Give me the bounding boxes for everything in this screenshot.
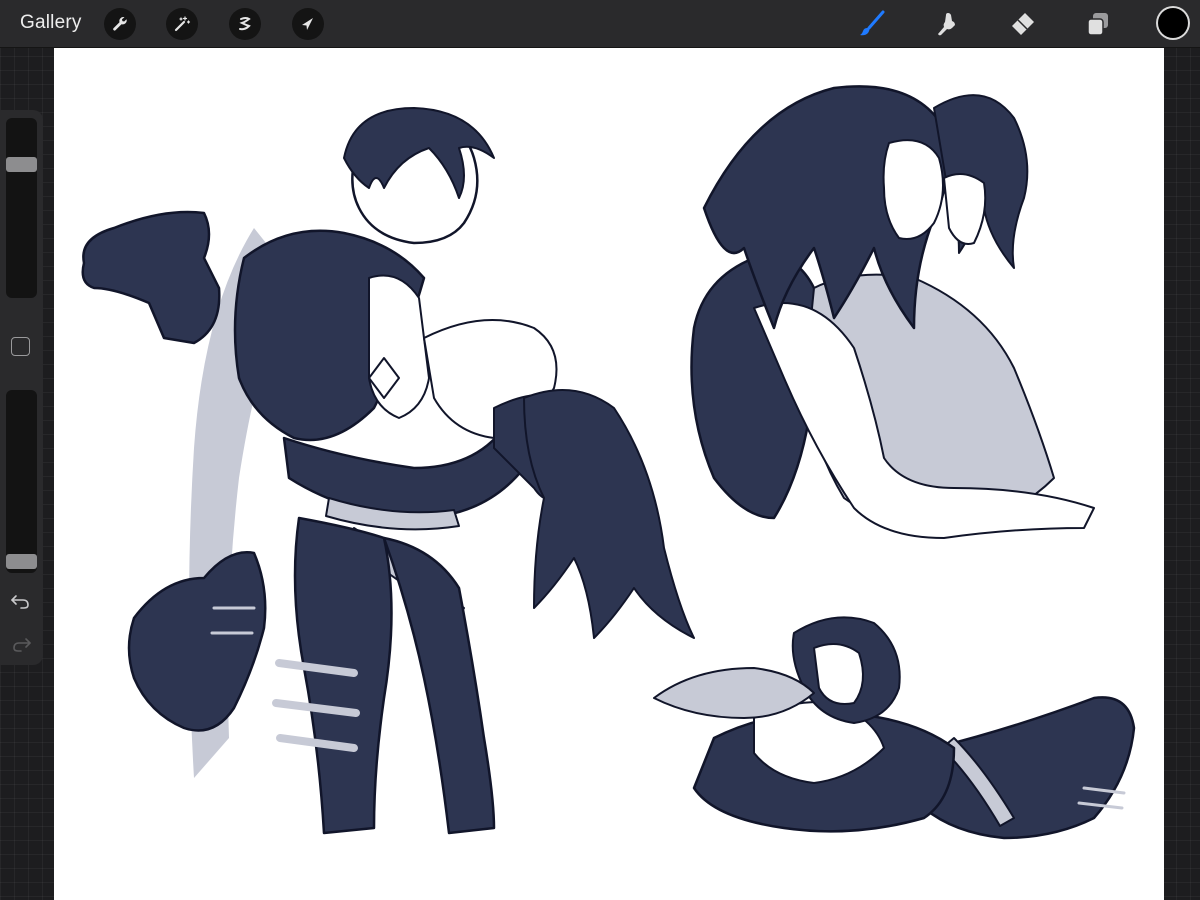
drawing-canvas[interactable] [54,48,1164,900]
brush-size-slider[interactable] [6,118,37,298]
sketch-bottom-right-couple [653,616,1136,840]
redo-icon[interactable] [8,634,34,654]
arrow-cursor-icon[interactable] [292,8,324,40]
brush-opacity-handle[interactable] [6,554,37,569]
gallery-button[interactable]: Gallery [20,12,82,34]
color-picker-button[interactable] [1158,8,1188,38]
sketch-top-right-couple [690,85,1095,539]
undo-icon[interactable] [8,591,34,611]
square-modifier-icon[interactable] [11,337,30,356]
brush-size-handle[interactable] [6,156,37,172]
brush-icon[interactable] [856,8,888,40]
sketch-left-figure [81,107,695,835]
selection-icon[interactable] [229,8,261,40]
sketch-artwork [81,85,1136,840]
procreate-app: Gallery [0,0,1200,900]
wrench-icon[interactable] [104,8,136,40]
sidebar [0,110,43,665]
smudge-icon[interactable] [931,8,963,40]
eraser-icon[interactable] [1006,8,1038,40]
brush-opacity-slider[interactable] [6,390,37,573]
magic-wand-icon[interactable] [166,8,198,40]
layers-icon[interactable] [1082,8,1114,40]
top-toolbar: Gallery [0,0,1200,48]
